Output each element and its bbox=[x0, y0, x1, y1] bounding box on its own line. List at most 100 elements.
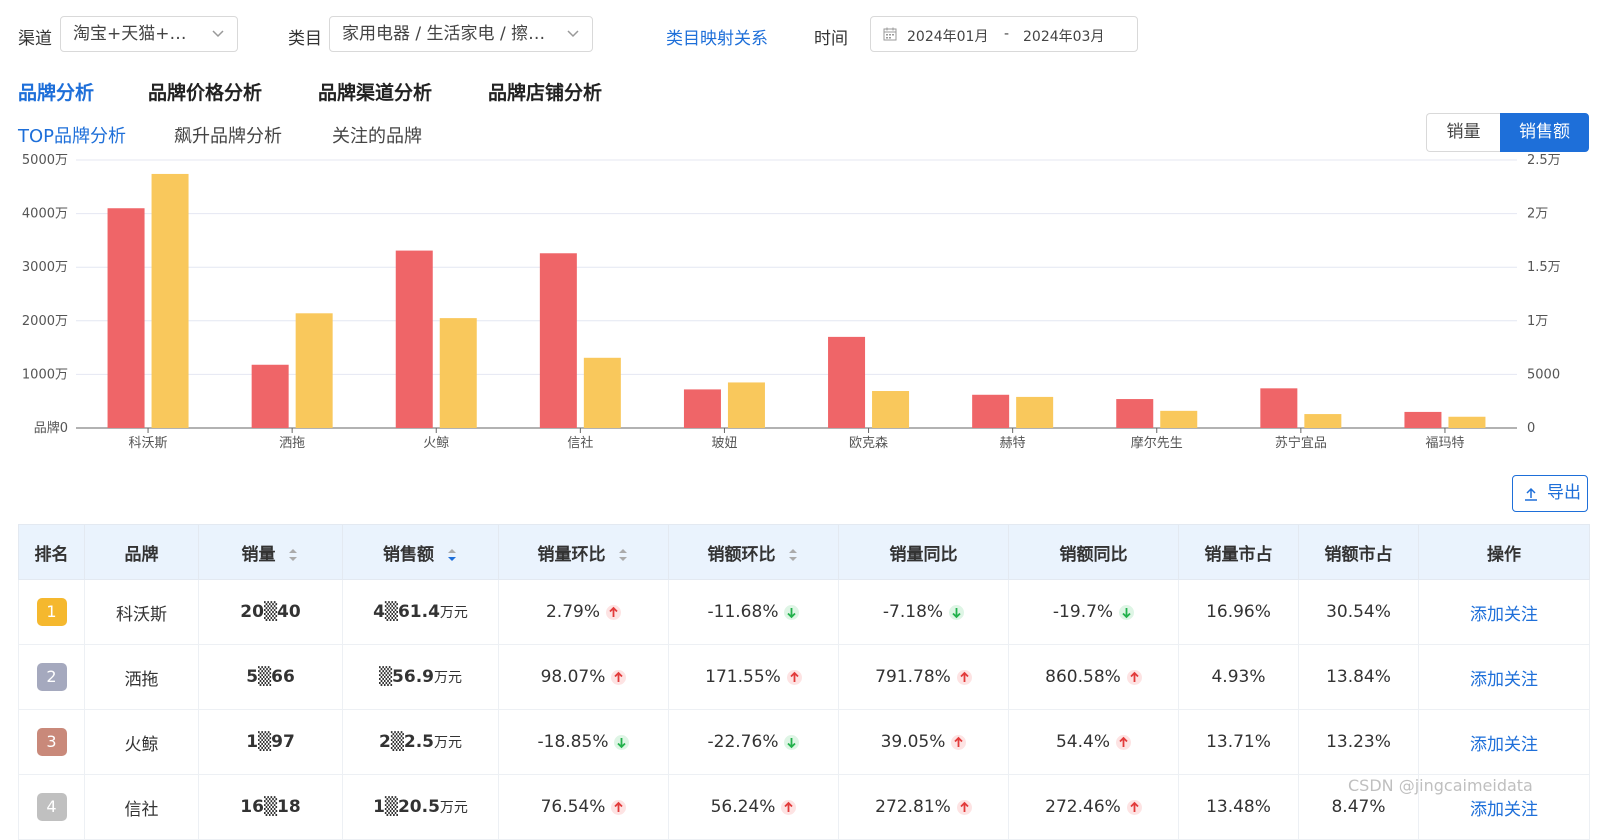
x-tick-label: 玻妞 bbox=[711, 436, 737, 451]
action-cell: 添加关注 bbox=[1418, 644, 1590, 710]
filter-bar: 渠道 淘宝+天猫+京东 类目 家用电器 / 生活家电 / 擦地机/拖地机 类目映… bbox=[18, 16, 1598, 54]
volume-yoy-cell: 272.81% bbox=[838, 774, 1009, 840]
watermark: CSDN @jingcaimeidata bbox=[1348, 776, 1533, 795]
header-amount[interactable]: 销售额 bbox=[342, 524, 499, 580]
sort-icon bbox=[619, 548, 628, 561]
volume-cell: 20▒40 bbox=[198, 579, 343, 645]
tab-top-brands[interactable]: TOP品牌分析 bbox=[18, 122, 126, 148]
volume-mom-cell: 2.79% bbox=[498, 579, 669, 645]
category-mapping-link[interactable]: 类目映射关系 bbox=[666, 24, 768, 49]
amount-cell: 2▒2.5万元 bbox=[342, 709, 499, 775]
export-button[interactable]: 导出 bbox=[1512, 475, 1588, 512]
amount-share-cell: 30.54% bbox=[1298, 579, 1419, 645]
bar-left-series bbox=[539, 253, 577, 428]
y-left-tick-label: 品牌0 bbox=[34, 420, 68, 436]
sort-icon bbox=[289, 548, 298, 561]
y-left-tick-label: 4000万 bbox=[22, 207, 68, 222]
chevron-down-icon bbox=[212, 30, 224, 38]
brand-cell: 火鲸 bbox=[84, 709, 199, 775]
arrow-up-icon bbox=[786, 669, 802, 685]
rank-badge: 1 bbox=[36, 598, 67, 626]
y-left-tick-label: 5000万 bbox=[22, 153, 68, 168]
x-tick-label: 信社 bbox=[567, 435, 593, 451]
add-follow-link[interactable]: 添加关注 bbox=[1470, 800, 1538, 820]
arrow-down-icon bbox=[784, 734, 800, 750]
action-cell: 添加关注 bbox=[1418, 579, 1590, 645]
channel-select-value: 淘宝+天猫+京东 bbox=[73, 24, 204, 44]
add-follow-link[interactable]: 添加关注 bbox=[1470, 735, 1538, 755]
amount-cell: 1▒20.5万元 bbox=[342, 774, 499, 840]
bar-right-series bbox=[727, 382, 765, 428]
amount-cell: ▒56.9万元 bbox=[342, 644, 499, 710]
volume-cell: 5▒66 bbox=[198, 644, 343, 710]
arrow-down-icon bbox=[784, 604, 800, 620]
bar-left-series bbox=[1260, 388, 1298, 428]
x-tick-label: 苏宁宜品 bbox=[1275, 435, 1327, 451]
action-cell: 添加关注 bbox=[1418, 709, 1590, 775]
tab-brand-analysis[interactable]: 品牌分析 bbox=[18, 78, 94, 105]
time-label: 时间 bbox=[814, 29, 848, 49]
y-right-tick-label: 2万 bbox=[1527, 207, 1548, 222]
brand-cell: 科沃斯 bbox=[84, 579, 199, 645]
add-follow-link[interactable]: 添加关注 bbox=[1470, 670, 1538, 690]
amount-toggle-button[interactable]: 销售额 bbox=[1500, 113, 1589, 152]
bar-left-series bbox=[107, 208, 145, 428]
sort-icon bbox=[789, 548, 798, 561]
bar-left-series bbox=[972, 394, 1010, 428]
y-right-tick-label: 0 bbox=[1527, 421, 1535, 436]
bar-right-series bbox=[583, 357, 621, 428]
calendar-icon bbox=[883, 27, 897, 41]
volume-yoy-cell: -7.18% bbox=[838, 579, 1009, 645]
y-left-tick-label: 2000万 bbox=[22, 314, 68, 329]
amount-share-cell: 13.23% bbox=[1298, 709, 1419, 775]
tab-followed-brands[interactable]: 关注的品牌 bbox=[332, 122, 422, 148]
tab-brand-store-analysis[interactable]: 品牌店铺分析 bbox=[488, 78, 602, 105]
volume-mom-cell: -18.85% bbox=[498, 709, 669, 775]
arrow-up-icon bbox=[1116, 734, 1131, 750]
export-label: 导出 bbox=[1547, 483, 1581, 503]
amount-mom-cell: 56.24% bbox=[668, 774, 839, 840]
bar-right-series bbox=[1160, 410, 1198, 428]
y-right-tick-label: 1万 bbox=[1527, 314, 1548, 329]
header-brand: 品牌 bbox=[84, 524, 199, 580]
category-select[interactable]: 家用电器 / 生活家电 / 擦地机/拖地机 bbox=[329, 16, 593, 52]
chart-x-axis-labels: 科沃斯 洒拖 火鲸 信社 玻妞 欧克森 赫特 摩尔先生 苏宁宜品 福玛特 bbox=[129, 435, 1465, 451]
volume-share-cell: 16.96% bbox=[1178, 579, 1299, 645]
arrow-up-icon bbox=[1126, 799, 1142, 815]
tab-brand-price-analysis[interactable]: 品牌价格分析 bbox=[148, 78, 262, 105]
rank-cell: 4 bbox=[18, 774, 85, 840]
upload-icon bbox=[1525, 487, 1537, 501]
category-select-value: 家用电器 / 生活家电 / 擦地机/拖地机 bbox=[342, 24, 593, 44]
x-tick-label: 福玛特 bbox=[1425, 436, 1464, 451]
header-volume-share: 销量市占 bbox=[1178, 524, 1299, 580]
y-right-tick-label: 1.5万 bbox=[1527, 260, 1561, 275]
y-right-tick-label: 5000 bbox=[1527, 367, 1560, 382]
tab-rising-brands[interactable]: 飙升品牌分析 bbox=[174, 122, 282, 148]
bar-left-series bbox=[1404, 411, 1442, 428]
header-amount-mom[interactable]: 销额环比 bbox=[668, 524, 839, 580]
header-volume-mom[interactable]: 销量环比 bbox=[498, 524, 669, 580]
x-tick-label: 赫特 bbox=[1000, 436, 1026, 451]
volume-cell: 16▒18 bbox=[198, 774, 343, 840]
channel-select[interactable]: 淘宝+天猫+京东 bbox=[60, 16, 238, 52]
volume-toggle-button[interactable]: 销量 bbox=[1426, 113, 1500, 152]
amount-yoy-cell: 860.58% bbox=[1008, 644, 1179, 710]
x-tick-label: 科沃斯 bbox=[129, 436, 168, 451]
amount-mom-cell: -22.76% bbox=[668, 709, 839, 775]
y-right-tick-label: 2.5万 bbox=[1527, 153, 1561, 168]
metric-toggle: 销量 销售额 bbox=[1426, 113, 1589, 152]
x-tick-label: 摩尔先生 bbox=[1131, 435, 1183, 451]
tab-brand-channel-analysis[interactable]: 品牌渠道分析 bbox=[318, 78, 432, 105]
date-range-picker[interactable]: 2024年01月 - 2024年03月 bbox=[870, 16, 1138, 52]
add-follow-link[interactable]: 添加关注 bbox=[1470, 605, 1538, 625]
bar-right-series bbox=[151, 173, 189, 428]
x-tick-label: 洒拖 bbox=[279, 436, 305, 451]
header-volume[interactable]: 销量 bbox=[198, 524, 343, 580]
amount-yoy-cell: -19.7% bbox=[1008, 579, 1179, 645]
date-separator: - bbox=[1004, 26, 1010, 42]
bar-left-series bbox=[683, 389, 721, 428]
rank-badge: 3 bbox=[36, 728, 67, 756]
bar-right-series bbox=[1304, 414, 1342, 428]
x-tick-label: 欧克森 bbox=[849, 436, 888, 451]
chevron-down-icon bbox=[567, 30, 579, 38]
